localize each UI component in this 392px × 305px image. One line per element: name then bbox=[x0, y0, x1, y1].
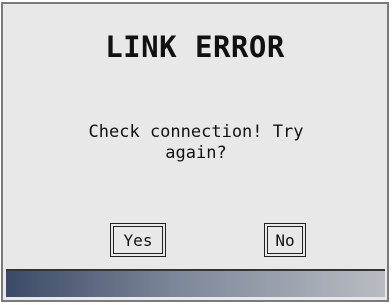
status-bar bbox=[6, 269, 385, 297]
yes-button-label: Yes bbox=[113, 226, 163, 254]
link-error-dialog: LINK ERROR Check connection! Try again? … bbox=[1, 2, 389, 302]
dialog-message: Check connection! Try again? bbox=[88, 122, 304, 163]
yes-button[interactable]: Yes bbox=[110, 223, 166, 257]
no-button[interactable]: No bbox=[264, 223, 306, 257]
no-button-label: No bbox=[267, 226, 303, 254]
dialog-title: LINK ERROR bbox=[105, 30, 285, 64]
